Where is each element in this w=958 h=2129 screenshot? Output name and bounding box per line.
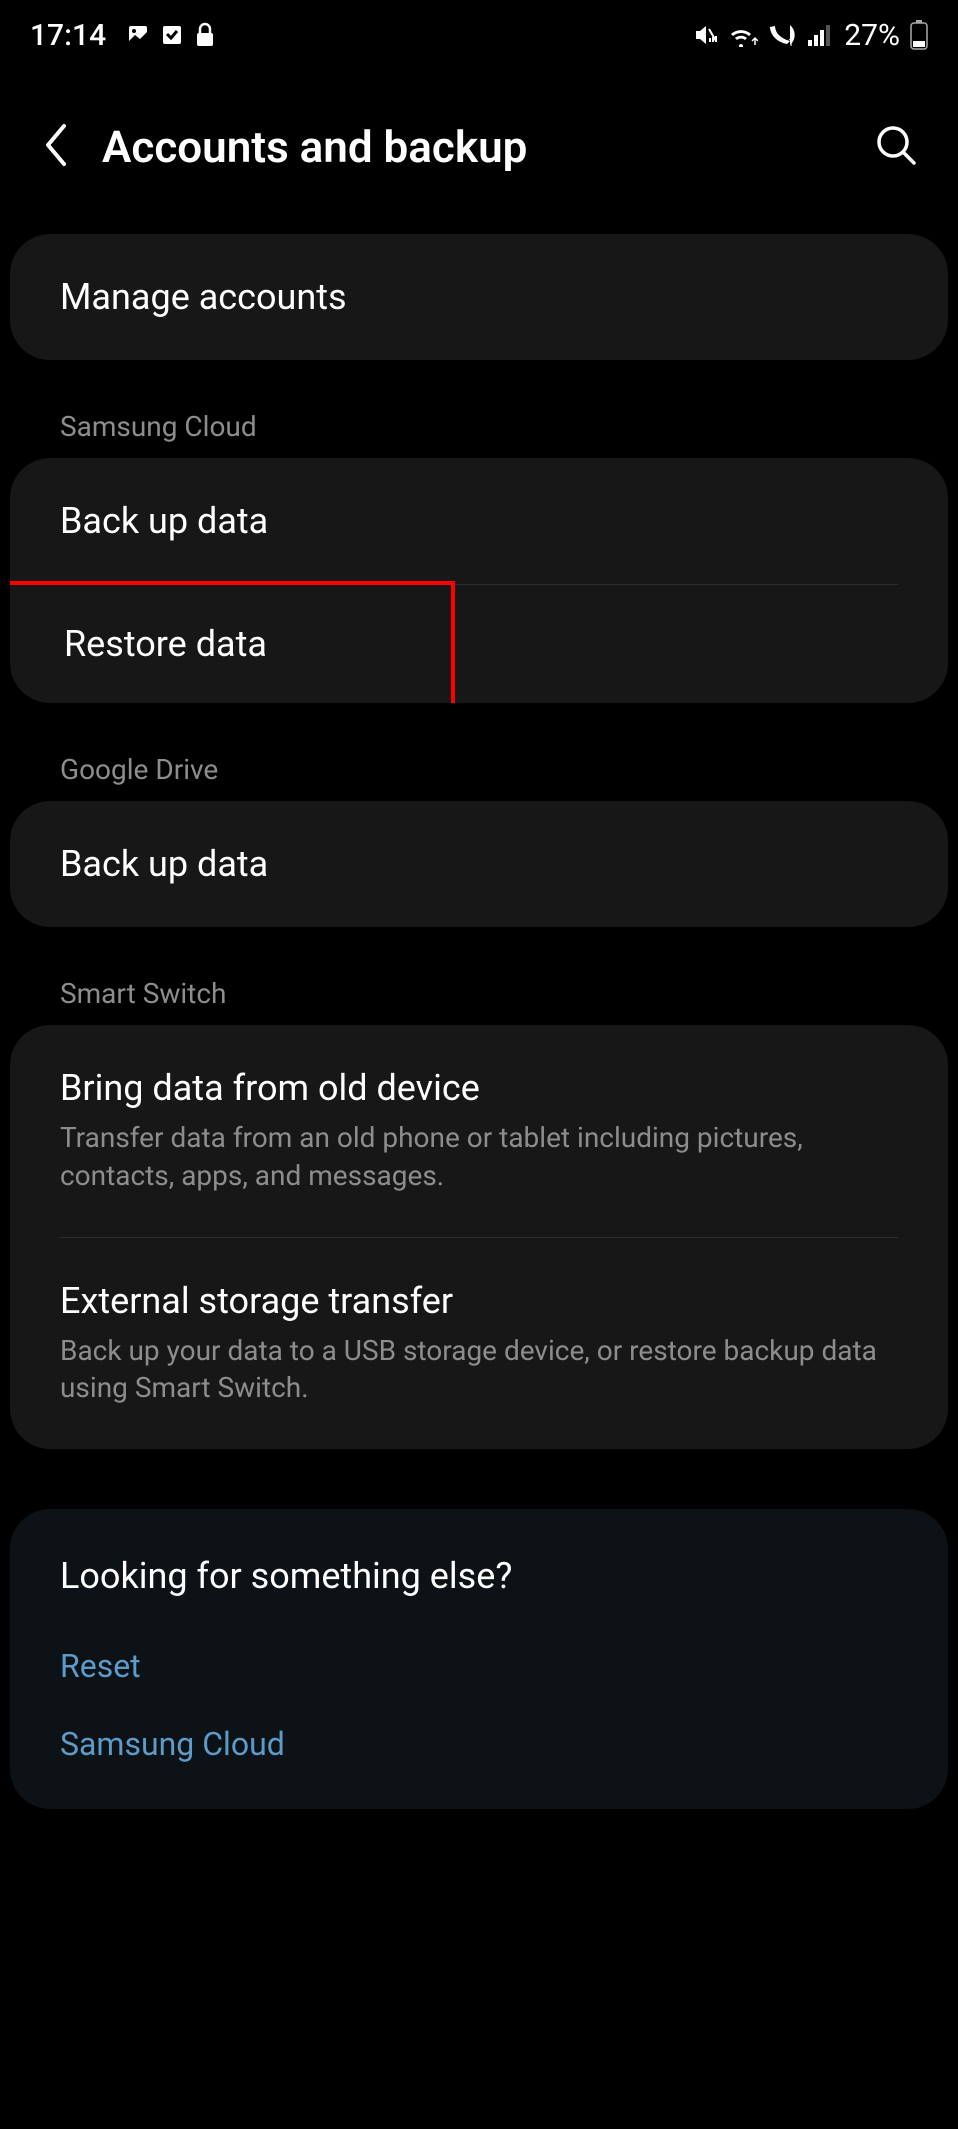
- signal-icon: [808, 24, 834, 46]
- link-reset[interactable]: Reset: [10, 1627, 948, 1705]
- content-area: Manage accounts Samsung Cloud Back up da…: [0, 234, 958, 1809]
- item-label: Bring data from old device: [60, 1067, 898, 1109]
- card-smart-switch: Bring data from old device Transfer data…: [10, 1025, 948, 1449]
- svg-text:1: 1: [788, 38, 794, 48]
- item-backup-data-google[interactable]: Back up data: [10, 801, 948, 927]
- card-google-drive: Back up data: [10, 801, 948, 927]
- lock-icon: [194, 22, 216, 48]
- item-external-storage[interactable]: External storage transfer Back up your d…: [10, 1238, 948, 1450]
- item-backup-data-samsung[interactable]: Back up data: [10, 458, 948, 584]
- item-label: Back up data: [60, 843, 898, 885]
- battery-percent: 27%: [844, 18, 900, 53]
- item-bring-data[interactable]: Bring data from old device Transfer data…: [10, 1025, 948, 1237]
- section-label-google-drive: Google Drive: [10, 733, 948, 801]
- item-subtitle: Transfer data from an old phone or table…: [60, 1119, 898, 1195]
- card-manage-accounts: Manage accounts: [10, 234, 948, 360]
- volte-icon: 1: [768, 22, 798, 48]
- card-looking-for: Looking for something else? Reset Samsun…: [10, 1509, 948, 1809]
- mute-icon: [692, 22, 718, 48]
- section-label-samsung-cloud: Samsung Cloud: [10, 390, 948, 458]
- search-icon[interactable]: [874, 123, 918, 171]
- status-bar: 17:14 1 27%: [0, 0, 958, 70]
- footer-title: Looking for something else?: [10, 1509, 948, 1627]
- item-label: Back up data: [60, 500, 898, 542]
- battery-icon: [910, 20, 928, 50]
- section-label-smart-switch: Smart Switch: [10, 957, 948, 1025]
- app-header: Accounts and backup: [0, 70, 958, 234]
- status-time: 17:14: [30, 18, 106, 53]
- status-right: 1 27%: [692, 18, 928, 53]
- item-label: External storage transfer: [60, 1280, 898, 1322]
- item-manage-accounts[interactable]: Manage accounts: [10, 234, 948, 360]
- wifi-icon: [728, 23, 758, 47]
- checkbox-icon: [160, 23, 184, 47]
- status-left: 17:14: [30, 18, 216, 53]
- image-icon: [126, 23, 150, 47]
- item-label: Restore data: [64, 623, 371, 665]
- card-samsung-cloud: Back up data Restore data: [10, 458, 948, 703]
- link-samsung-cloud[interactable]: Samsung Cloud: [10, 1705, 948, 1809]
- item-restore-data[interactable]: Restore data: [10, 581, 455, 703]
- page-title: Accounts and backup: [102, 121, 844, 173]
- item-subtitle: Back up your data to a USB storage devic…: [60, 1332, 898, 1408]
- back-icon[interactable]: [40, 120, 72, 174]
- item-label: Manage accounts: [60, 276, 898, 318]
